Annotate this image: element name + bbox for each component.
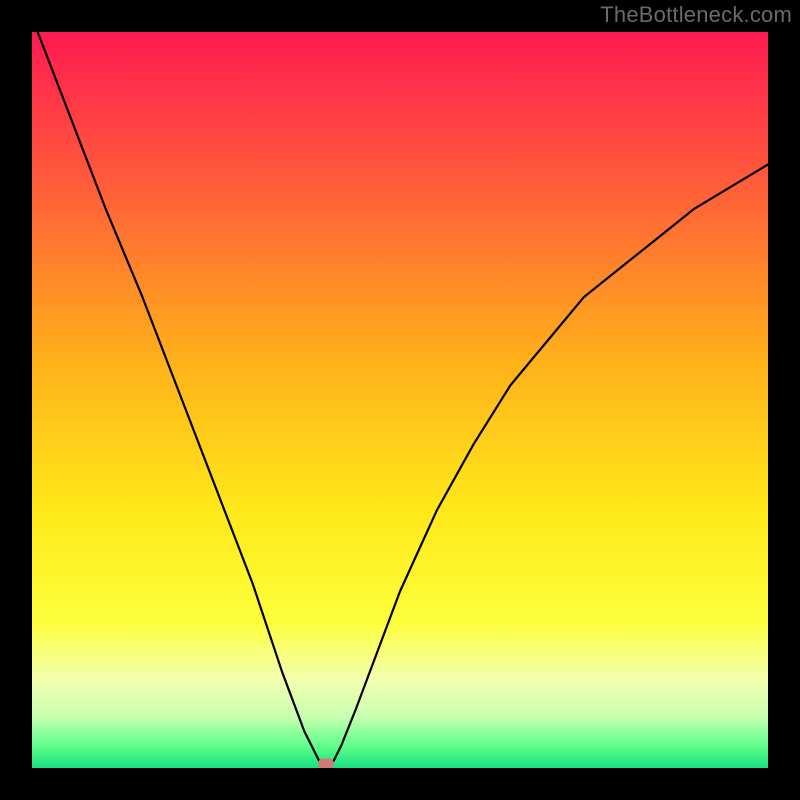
plot-area [32, 32, 768, 768]
attribution-watermark: TheBottleneck.com [600, 2, 792, 28]
bottleneck-curve [32, 32, 768, 768]
chart-frame: TheBottleneck.com [0, 0, 800, 800]
minimum-marker [318, 759, 334, 769]
